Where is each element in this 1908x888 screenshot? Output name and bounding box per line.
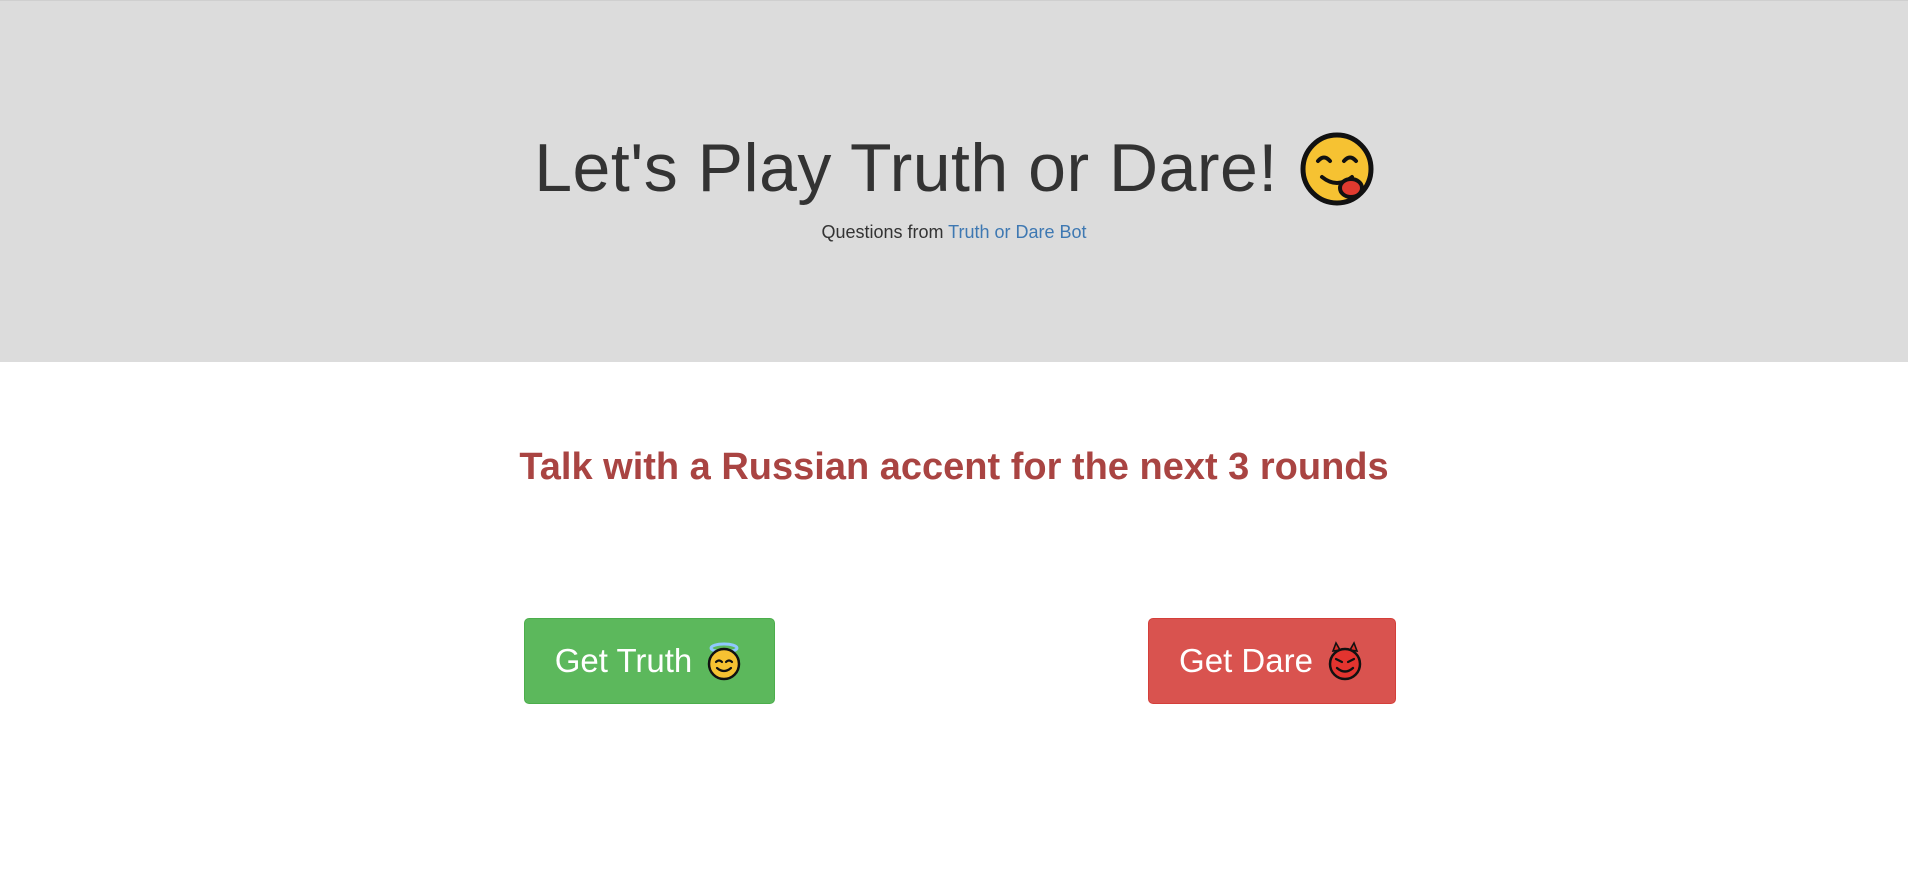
devil-face-icon — [1328, 641, 1362, 681]
page-title: Let's Play Truth or Dare! — [534, 130, 1278, 206]
subtitle-prefix: Questions from — [821, 222, 944, 242]
face-savoring-food-icon — [1300, 132, 1374, 206]
angel-face-icon — [708, 642, 741, 681]
get-truth-button[interactable]: Get Truth — [524, 618, 775, 704]
hero-title-row: Let's Play Truth or Dare! — [0, 127, 1908, 209]
current-question: Talk with a Russian accent for the next … — [519, 446, 1389, 488]
hero-subtitle: Questions from Truth or Dare Bot — [0, 220, 1908, 244]
get-dare-button[interactable]: Get Dare — [1148, 618, 1396, 704]
hero-banner: Let's Play Truth or Dare! Questions from… — [0, 0, 1908, 362]
get-truth-label: Get Truth — [554, 642, 693, 679]
get-dare-label: Get Dare — [1179, 642, 1313, 679]
truth-or-dare-bot-link[interactable]: Truth or Dare Bot — [948, 222, 1086, 242]
